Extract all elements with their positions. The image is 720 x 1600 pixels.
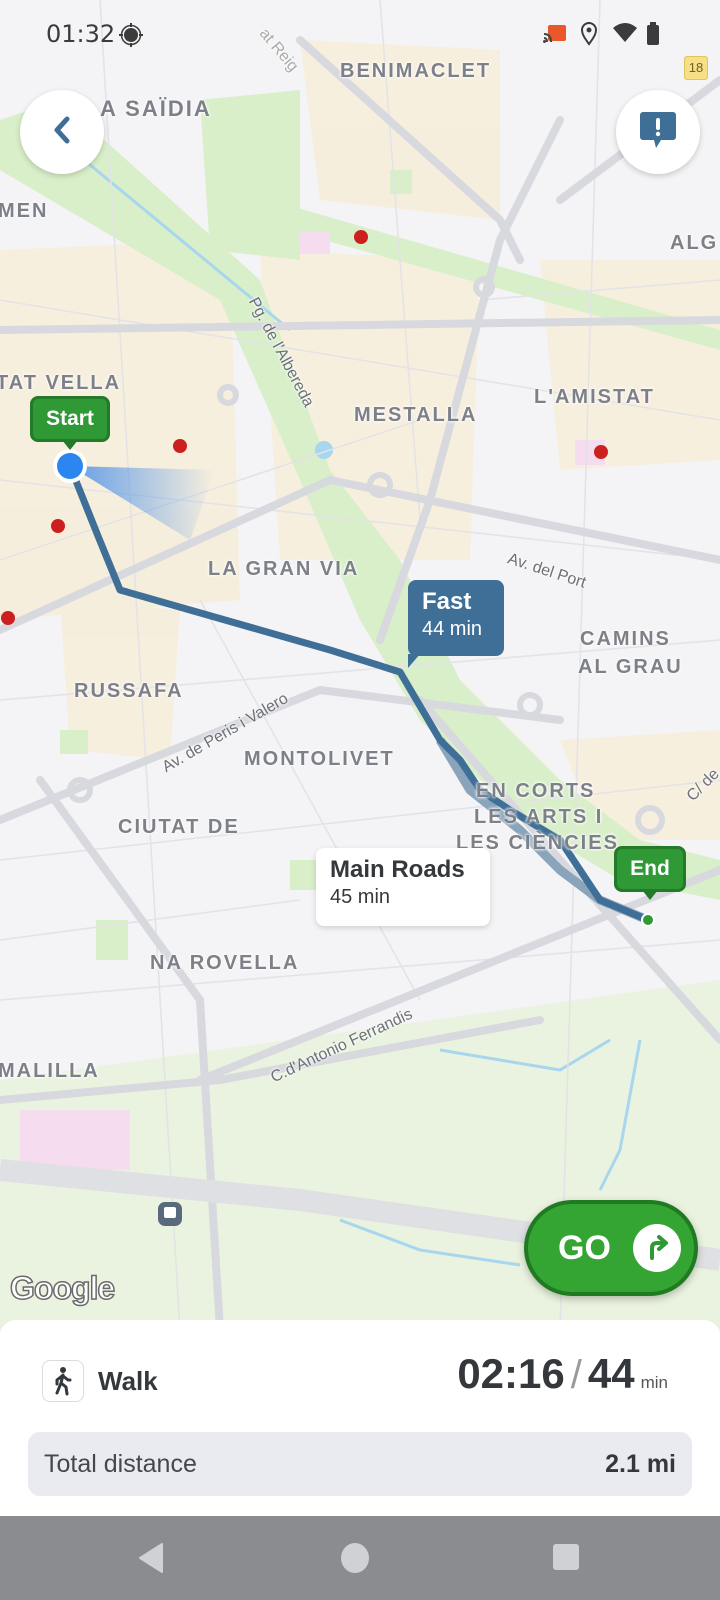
nav-back-icon[interactable] [136,1542,166,1579]
google-logo: Google [9,1269,116,1307]
route-bubble-fast[interactable]: Fast 44 min [408,580,504,668]
bubble-tail [408,654,420,668]
map-label: MESTALLA [354,404,478,426]
elapsed-time: 02:16 [457,1350,565,1397]
map-label: LA GRAN VIA [208,558,360,580]
end-marker[interactable]: End [614,846,686,900]
current-location-dot [57,453,83,479]
travel-mode-label: Walk [98,1365,158,1396]
trip-timer: 02:16 / 44 min [457,1350,668,1398]
map-label: A SAÏDIA [100,96,212,121]
map-label: LES ARTS I [474,806,604,828]
go-label: GO [558,1228,611,1267]
status-time: 01:32 [46,20,116,48]
travel-mode[interactable]: Walk [42,1360,158,1402]
trip-info-panel: Walk 02:16 / 44 min Total distance 2.1 m… [0,1320,720,1516]
map-label: L'AMISTAT [534,386,655,408]
nav-recents-icon[interactable] [552,1542,580,1577]
route-duration: 44 min [422,618,483,640]
map-label: CAMINS [580,628,671,650]
route-bubble-main-roads[interactable]: Main Roads 45 min [316,848,490,926]
go-button[interactable]: GO [524,1200,698,1296]
turn-right-arrow-icon [632,1224,681,1272]
walking-person-icon [42,1360,84,1402]
map-label: RUSSAFA [74,680,184,702]
total-time: 44 [587,1350,635,1397]
nav-home-icon[interactable] [340,1542,370,1579]
map-label: CIUTAT DE [118,816,240,838]
distance-value: 2.1 mi [605,1449,676,1478]
status-bar: 01:32 [0,0,720,70]
map-label: MONTOLIVET [244,748,395,770]
cast-icon [542,22,568,51]
route-duration: 45 min [330,886,391,908]
route-name: Fast [422,588,472,615]
report-alert-icon [639,110,677,155]
battery-icon [646,22,660,51]
time-separator: / [570,1353,582,1397]
map-label: ALG [670,232,719,254]
map-label: TAT VELLA [0,372,122,394]
start-marker[interactable]: Start [30,396,110,450]
map-label: AL GRAU [578,656,683,678]
time-unit: min [640,1373,668,1392]
app: BENIMACLET A SAÏDIA MEN ALG TAT VELLA ME… [0,0,720,1600]
wifi-icon [612,22,638,49]
gps-icon [118,22,144,53]
map-label: EN CORTS [476,780,596,802]
total-distance-row: Total distance 2.1 mi [28,1432,692,1496]
map-view[interactable]: BENIMACLET A SAÏDIA MEN ALG TAT VELLA ME… [0,0,720,1330]
distance-label: Total distance [44,1449,197,1478]
report-issue-button[interactable] [616,90,700,174]
map-label: MEN [0,200,49,222]
map-label: MALILLA [0,1060,100,1082]
system-nav-bar [0,1516,720,1600]
route-name: Main Roads [330,856,465,883]
location-icon [580,22,598,51]
back-button[interactable] [20,90,104,174]
chevron-left-icon [51,115,73,150]
map-label: NA ROVELLA [150,952,300,974]
